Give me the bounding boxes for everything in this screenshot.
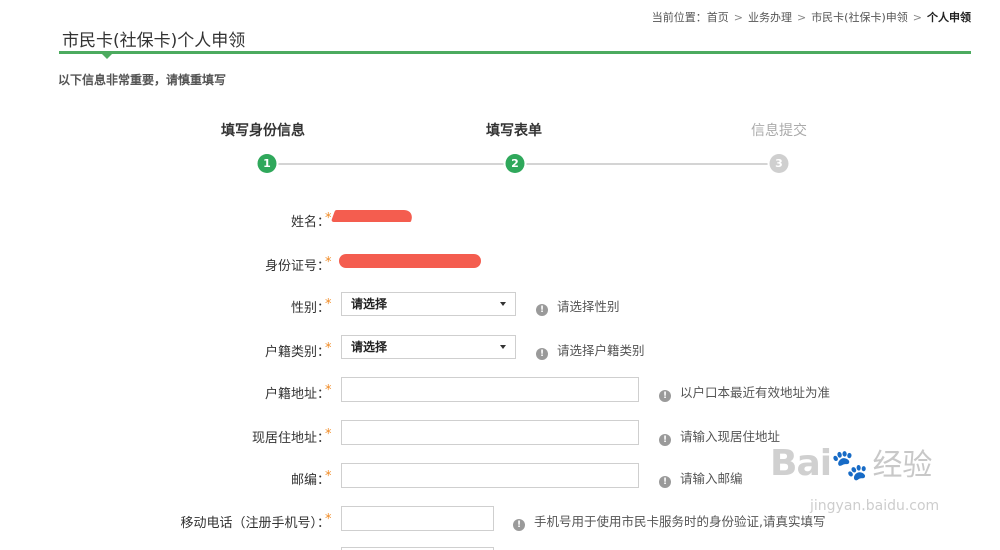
- breadcrumb: 当前位置：首页 > 业务办理 > 市民卡(社保卡)申领 > 个人申领: [652, 9, 971, 25]
- breadcrumb-home-link[interactable]: 首页: [707, 11, 729, 24]
- redacted-name-value: [330, 210, 416, 222]
- info-icon: !: [513, 519, 525, 531]
- required-marker: *: [325, 469, 332, 484]
- household-type-label: 户籍类别：: [264, 345, 330, 360]
- chevron-down-icon: [500, 345, 506, 349]
- breadcrumb-separator: >: [912, 11, 922, 24]
- postcode-input[interactable]: [341, 463, 639, 488]
- required-marker: *: [325, 341, 332, 356]
- postcode-hint-text: 请输入邮编: [680, 471, 743, 486]
- household-address-input[interactable]: [341, 377, 639, 402]
- step-label-submit: 信息提交: [751, 123, 807, 139]
- info-icon: !: [536, 348, 548, 360]
- step-label-identity: 填写身份信息: [221, 123, 305, 139]
- info-icon: !: [659, 390, 671, 402]
- baidu-jingyan-watermark: Bai🐾 经验 jingyan.baidu.com: [770, 440, 939, 514]
- household-type-select-value: 请选择: [351, 340, 388, 354]
- gender-select-value: 请选择: [351, 297, 388, 311]
- mobile-label: 移动电话（注册手机号）：: [180, 516, 330, 531]
- household-type-hint-text: 请选择户籍类别: [557, 343, 645, 358]
- info-icon: !: [659, 434, 671, 446]
- breadcrumb-business-link[interactable]: 业务办理: [748, 11, 792, 24]
- title-divider: [59, 51, 971, 54]
- page-title: 市民卡(社保卡)个人申领: [62, 31, 246, 51]
- required-marker: *: [325, 427, 332, 442]
- id-number-label: 身份证号：: [264, 259, 330, 274]
- step-label-form: 填写表单: [486, 123, 542, 139]
- mobile-hint: ! 手机号用于使用市民卡服务时的身份验证,请真实填写: [513, 511, 825, 531]
- watermark-brand-tail: 经验: [872, 448, 933, 483]
- household-type-hint: ! 请选择户籍类别: [536, 340, 645, 360]
- required-marker: *: [325, 255, 332, 270]
- required-marker: *: [325, 383, 332, 398]
- watermark-brand: Bai: [770, 443, 832, 484]
- step-1-indicator: 1: [257, 154, 277, 173]
- household-address-hint: ! 以户口本最近有效地址为准: [659, 382, 830, 402]
- breadcrumb-separator: >: [796, 11, 807, 24]
- postcode-hint: ! 请输入邮编: [659, 468, 743, 488]
- info-icon: !: [659, 476, 671, 488]
- gender-hint: ! 请选择性别: [536, 296, 620, 316]
- current-address-hint-text: 请输入现居住地址: [680, 429, 781, 444]
- redacted-id-number-value: [339, 254, 481, 268]
- paw-logo-icon: 🐾: [831, 448, 869, 483]
- breadcrumb-current: 个人申领: [927, 11, 971, 24]
- step-3-indicator: 3: [769, 154, 789, 173]
- household-type-select[interactable]: 请选择: [341, 335, 516, 359]
- step-2-indicator: 2: [505, 154, 525, 173]
- title-notch: [102, 54, 112, 59]
- household-address-label: 户籍地址：: [264, 387, 330, 402]
- current-address-input[interactable]: [341, 420, 639, 445]
- info-icon: !: [536, 304, 548, 316]
- required-marker: *: [325, 211, 332, 226]
- breadcrumb-separator: >: [733, 11, 743, 24]
- chevron-down-icon: [500, 302, 506, 306]
- gender-select[interactable]: 请选择: [341, 292, 516, 316]
- gender-hint-text: 请选择性别: [557, 299, 620, 314]
- current-address-label: 现居住地址：: [251, 431, 330, 446]
- mobile-hint-text: 手机号用于使用市民卡服务时的身份验证,请真实填写: [534, 514, 826, 529]
- current-address-hint: ! 请输入现居住地址: [659, 426, 780, 446]
- breadcrumb-prefix: 当前位置：: [651, 11, 707, 24]
- household-address-hint-text: 以户口本最近有效地址为准: [680, 385, 831, 400]
- watermark-url: jingyan.baidu.com: [810, 498, 940, 514]
- breadcrumb-card-link[interactable]: 市民卡(社保卡)申领: [811, 11, 908, 24]
- mobile-input[interactable]: [341, 506, 494, 531]
- important-notice: 以下信息非常重要，请慎重填写: [58, 73, 227, 87]
- required-marker: *: [325, 297, 332, 312]
- required-marker: *: [325, 512, 332, 527]
